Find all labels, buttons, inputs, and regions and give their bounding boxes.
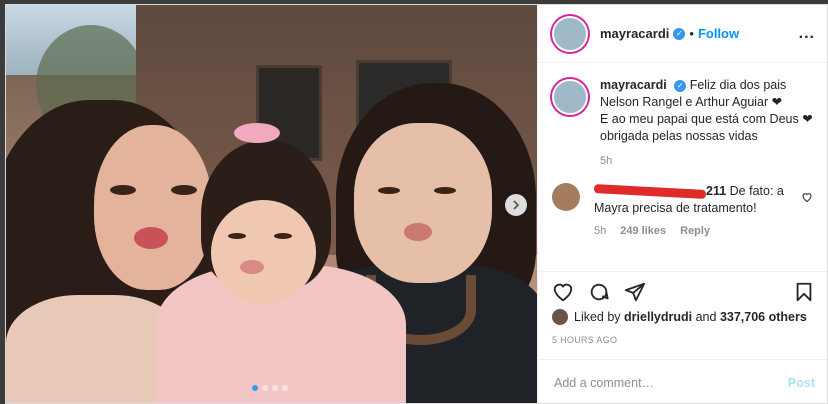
reply-button[interactable]: Reply — [680, 225, 710, 237]
caption-text: mayracardi ✓ Feliz dia dos pais Nelson R… — [600, 77, 813, 145]
post-header: mayracardi ✓ • Follow ... — [538, 5, 827, 63]
share-paper-plane-icon[interactable] — [624, 281, 646, 303]
woman-face — [94, 125, 212, 290]
likes-count[interactable]: 337,706 others — [720, 310, 807, 324]
separator-dot: • — [689, 26, 694, 41]
next-slide-button[interactable] — [505, 194, 527, 216]
verified-badge-icon: ✓ — [674, 79, 687, 92]
like-heart-icon[interactable] — [552, 281, 574, 303]
comment-time[interactable]: 5h — [594, 225, 606, 237]
save-bookmark-icon[interactable] — [793, 281, 815, 303]
avatar[interactable] — [552, 79, 588, 115]
commenter-avatar[interactable] — [552, 183, 580, 211]
username-link[interactable]: mayracardi — [600, 26, 669, 41]
child-face — [211, 200, 316, 305]
avatar[interactable] — [552, 309, 568, 325]
caption-time[interactable]: 5h — [600, 155, 813, 167]
comment-item: 211 De fato: a Mayra precisa de tratamen… — [538, 167, 827, 237]
comment-line: Mayra precisa de tratamento! — [594, 201, 757, 215]
add-comment-bar: Post — [538, 359, 827, 403]
avatar[interactable] — [552, 15, 588, 52]
comment-line: De fato: a — [726, 184, 784, 198]
child-lips — [240, 260, 264, 274]
caption-line: obrigada pelas nossas vidas — [600, 129, 758, 143]
man-lips — [404, 223, 432, 241]
eye — [434, 187, 456, 194]
man-face — [354, 123, 492, 283]
woman-lips — [134, 227, 168, 249]
verified-badge-icon: ✓ — [673, 27, 686, 40]
carousel-dot — [272, 385, 278, 391]
carousel-dot — [262, 385, 268, 391]
post-photo[interactable] — [6, 5, 537, 403]
carousel-dot — [252, 385, 258, 391]
comment-bubble-icon[interactable] — [588, 281, 610, 303]
post-frame: mayracardi ✓ • Follow ... mayracardi ✓ F… — [5, 4, 828, 404]
caption-username[interactable]: mayracardi — [600, 78, 667, 92]
post-side-panel: mayracardi ✓ • Follow ... mayracardi ✓ F… — [537, 5, 827, 403]
eye — [171, 185, 197, 195]
post-caption: mayracardi ✓ Feliz dia dos pais Nelson R… — [538, 63, 827, 167]
follow-button[interactable]: Follow — [698, 26, 739, 41]
comment-meta: 5h 249 likes Reply — [594, 225, 794, 237]
likes-prefix: Liked by — [574, 310, 621, 324]
child-hair-bow — [234, 123, 280, 143]
comment-input[interactable] — [552, 374, 788, 391]
carousel-indicator — [252, 385, 288, 391]
eye — [378, 187, 400, 194]
more-options-button[interactable]: ... — [799, 25, 815, 43]
caption-line: Nelson Rangel e Arthur Aguiar ❤ — [600, 95, 783, 109]
post-comment-button[interactable]: Post — [788, 376, 815, 390]
comment-text: 211 De fato: a Mayra precisa de tratamen… — [593, 183, 794, 217]
post-actions — [538, 271, 827, 311]
caption-line: Feliz dia dos pais — [689, 78, 787, 92]
liker-username[interactable]: driellydrudi — [624, 310, 692, 324]
caption-line: E ao meu papai que está com Deus ❤ — [600, 112, 813, 126]
eye — [110, 185, 136, 195]
eye — [228, 233, 246, 239]
carousel-dot — [282, 385, 288, 391]
eye — [274, 233, 292, 239]
likes-summary: Liked by driellydrudi and 337,706 others — [552, 309, 807, 325]
comment-like-heart-icon[interactable] — [801, 191, 813, 203]
chevron-right-icon — [513, 200, 520, 210]
comment-likes[interactable]: 249 likes — [620, 225, 666, 237]
likes-and: and — [695, 310, 717, 324]
post-timestamp[interactable]: 5 HOURS AGO — [552, 335, 617, 345]
